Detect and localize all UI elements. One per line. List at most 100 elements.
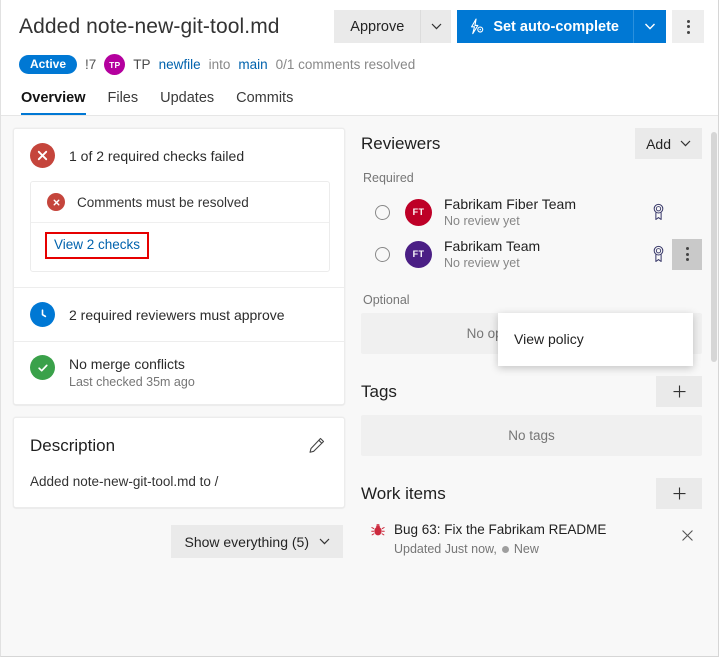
reviewers-title: Reviewers bbox=[361, 133, 441, 153]
tags-title: Tags bbox=[361, 381, 397, 401]
work-item-state: New bbox=[513, 542, 539, 556]
tags-empty: No tags bbox=[361, 415, 702, 456]
show-everything-button[interactable]: Show everything (5) bbox=[171, 525, 343, 558]
context-menu-item-view-policy[interactable]: View policy bbox=[498, 322, 693, 356]
vote-radio-icon[interactable] bbox=[375, 204, 390, 220]
tab-files[interactable]: Files bbox=[108, 90, 139, 115]
reviewer-texts: Fabrikam Fiber Team No review yet bbox=[444, 196, 645, 228]
reviewer-row[interactable]: FT Fabrikam Fiber Team No review yet bbox=[361, 191, 702, 233]
tab-updates[interactable]: Updates bbox=[160, 90, 214, 115]
remove-work-item-button[interactable] bbox=[673, 525, 702, 549]
header-top-row: Added note-new-git-tool.md Approve Set a… bbox=[19, 10, 704, 43]
reviewers-section-header: Reviewers Add bbox=[361, 128, 702, 159]
avatar: FT bbox=[405, 198, 432, 226]
header-more-actions-button[interactable] bbox=[672, 10, 704, 43]
avatar: FT bbox=[405, 240, 432, 268]
required-reviewers-label: Required bbox=[363, 171, 414, 185]
source-branch-link[interactable]: newfile bbox=[159, 57, 201, 72]
description-text: Added note-new-git-tool.md to / bbox=[30, 474, 219, 489]
required-reviewers-check-row: 2 required reviewers must approve bbox=[14, 288, 344, 341]
check-glyph bbox=[37, 364, 48, 372]
author-avatar: TP bbox=[104, 54, 126, 75]
chevron-down-icon bbox=[680, 140, 691, 147]
pull-request-page: Added note-new-git-tool.md Approve Set a… bbox=[0, 0, 719, 657]
merge-conflicts-subtitle: Last checked 35m ago bbox=[69, 375, 195, 389]
add-reviewer-label: Add bbox=[646, 135, 671, 152]
work-item-updated: Updated Just now, bbox=[394, 542, 497, 556]
merge-conflicts-check-row: No merge conflicts Last checked 35m ago bbox=[14, 342, 344, 404]
description-title: Description bbox=[30, 435, 116, 455]
close-glyph bbox=[53, 199, 59, 205]
approve-dropdown-button[interactable] bbox=[420, 10, 452, 43]
set-auto-complete-button[interactable]: Set auto-complete bbox=[457, 10, 633, 43]
show-everything-wrap: Show everything (5) bbox=[13, 525, 345, 558]
show-everything-label: Show everything (5) bbox=[184, 533, 309, 550]
close-glyph bbox=[37, 150, 48, 161]
failed-check-label: Comments must be resolved bbox=[77, 194, 249, 210]
work-items-title: Work items bbox=[361, 483, 446, 503]
header-actions: Approve Set auto-complete bbox=[334, 10, 704, 43]
policy-ribbon-icon-button[interactable] bbox=[645, 200, 672, 224]
error-circle-icon bbox=[47, 193, 65, 211]
policy-checks-card: 1 of 2 required checks failed Comments m… bbox=[13, 128, 345, 405]
description-card: Description Added note-new-git-tool.md t… bbox=[13, 417, 345, 508]
view-checks-row: View 2 checks bbox=[31, 223, 329, 271]
reviewer-status: No review yet bbox=[444, 256, 520, 270]
checks-summary-row: 1 of 2 required checks failed bbox=[14, 129, 344, 181]
reviewer-row[interactable]: FT Fabrikam Team No review yet bbox=[361, 233, 702, 275]
page-scrollbar-thumb[interactable] bbox=[711, 132, 717, 362]
comments-resolved-status: 0/1 comments resolved bbox=[275, 57, 416, 72]
tags-section-header: Tags bbox=[361, 376, 702, 407]
reviewer-context-menu: View policy bbox=[498, 313, 693, 366]
merge-conflicts-title: No merge conflicts bbox=[69, 356, 185, 372]
target-branch-link[interactable]: main bbox=[238, 57, 267, 72]
approve-split-button: Approve bbox=[334, 10, 452, 43]
right-column: Reviewers Add Required FT Fabrikam Fiber… bbox=[345, 128, 708, 641]
reviewer-name: Fabrikam Team bbox=[444, 238, 541, 254]
work-items-section-header: Work items bbox=[361, 478, 702, 509]
page-scrollbar-track[interactable] bbox=[711, 132, 717, 656]
auto-complete-icon bbox=[471, 18, 484, 35]
more-actions-icon bbox=[686, 19, 690, 34]
tab-overview[interactable]: Overview bbox=[21, 90, 86, 115]
vote-radio-icon[interactable] bbox=[375, 246, 390, 262]
bug-icon bbox=[371, 523, 385, 537]
policy-ribbon-icon bbox=[653, 245, 664, 263]
chevron-down-icon bbox=[644, 23, 656, 30]
bug-glyph bbox=[371, 524, 385, 536]
work-item-row[interactable]: Bug 63: Fix the Fabrikam README Updated … bbox=[361, 521, 702, 556]
failed-check-row: Comments must be resolved bbox=[31, 182, 329, 223]
add-reviewer-button[interactable]: Add bbox=[635, 128, 702, 159]
edit-description-button[interactable] bbox=[305, 434, 328, 457]
view-checks-highlight: View 2 checks bbox=[45, 232, 150, 259]
add-work-item-button[interactable] bbox=[656, 478, 702, 509]
state-dot-icon bbox=[501, 545, 509, 553]
work-item-body: Bug 63: Fix the Fabrikam README Updated … bbox=[394, 521, 673, 556]
status-badge: Active bbox=[19, 55, 78, 74]
check-circle-icon bbox=[30, 355, 55, 380]
page-header: Added note-new-git-tool.md Approve Set a… bbox=[1, 0, 718, 115]
reviewer-kebab-spacer bbox=[672, 197, 702, 228]
auto-complete-split-button: Set auto-complete bbox=[457, 10, 666, 43]
auto-complete-dropdown-button[interactable] bbox=[633, 10, 666, 43]
work-item-subtitle: Updated Just now, New bbox=[394, 542, 673, 556]
add-tag-button[interactable] bbox=[656, 376, 702, 407]
pencil-icon bbox=[309, 437, 325, 453]
work-item-title: Bug 63: Fix the Fabrikam README bbox=[394, 522, 607, 537]
view-checks-link[interactable]: View 2 checks bbox=[54, 237, 140, 252]
policy-ribbon-icon-button[interactable] bbox=[645, 242, 672, 266]
error-circle-icon bbox=[30, 143, 55, 168]
required-reviewers-text: 2 required reviewers must approve bbox=[69, 306, 285, 323]
policy-ribbon-icon bbox=[653, 203, 664, 221]
page-body: 1 of 2 required checks failed Comments m… bbox=[1, 116, 718, 641]
tab-commits[interactable]: Commits bbox=[236, 90, 293, 115]
tags-section: Tags No tags bbox=[361, 376, 702, 456]
page-title: Added note-new-git-tool.md bbox=[19, 15, 280, 38]
reviewer-texts: Fabrikam Team No review yet bbox=[444, 238, 645, 270]
reviewer-status: No review yet bbox=[444, 214, 520, 228]
approve-button[interactable]: Approve bbox=[334, 10, 421, 43]
pr-id: !7 bbox=[85, 57, 97, 72]
description-header: Description bbox=[30, 434, 328, 457]
plus-icon bbox=[673, 385, 685, 398]
reviewer-more-actions-button[interactable] bbox=[672, 238, 702, 270]
